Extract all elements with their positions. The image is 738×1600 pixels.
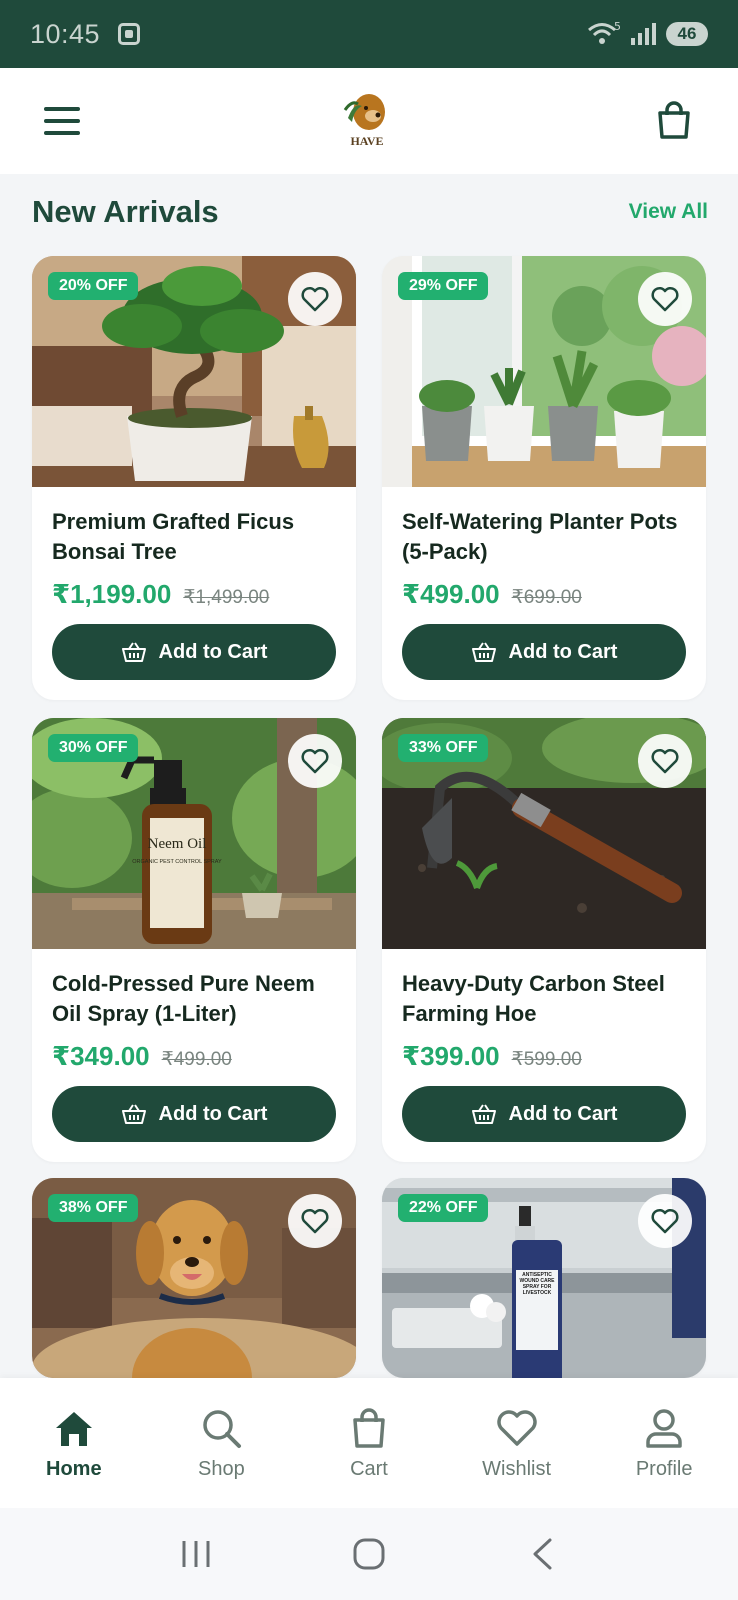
- product-image[interactable]: Neem Oil ORGANIC PEST CONTROL SPRAY 30% …: [32, 718, 356, 949]
- status-indicators: 5 46: [587, 21, 708, 47]
- add-to-cart-button[interactable]: Add to Cart: [402, 624, 686, 680]
- shopping-bag-icon[interactable]: [654, 101, 694, 141]
- home-icon: [55, 1412, 92, 1446]
- product-old-price: ₹599.00: [511, 1049, 582, 1070]
- bottle-sublabel: ORGANIC PEST CONTROL SPRAY: [132, 859, 222, 865]
- discount-badge: 20% OFF: [48, 272, 139, 300]
- product-card[interactable]: 20% OFF Premium Grafted Ficus Bonsai Tre…: [32, 256, 356, 700]
- wishlist-button[interactable]: [638, 1194, 692, 1248]
- basket-icon: [121, 1104, 146, 1124]
- discount-badge: 29% OFF: [398, 272, 489, 300]
- heart-icon: [301, 1208, 329, 1234]
- heart-icon: [496, 1410, 537, 1446]
- product-card[interactable]: Neem Oil ORGANIC PEST CONTROL SPRAY 30% …: [32, 718, 356, 1162]
- product-card[interactable]: 29% OFF Self-Watering Planter Pots (5-Pa…: [382, 256, 706, 700]
- basket-icon: [121, 642, 146, 662]
- system-navigation: [0, 1508, 738, 1600]
- product-title[interactable]: Heavy-Duty Carbon Steel Farming Hoe: [402, 969, 686, 1029]
- shopping-bag-icon: [353, 1408, 385, 1448]
- spray-label: ANTISEPTIC WOUND CARE SPRAY FOR LIVESTOC…: [519, 1272, 555, 1296]
- dog-logo-icon: [343, 94, 385, 130]
- product-title[interactable]: Premium Grafted Ficus Bonsai Tree: [52, 507, 336, 567]
- screenshot-icon: [118, 23, 141, 45]
- add-to-cart-button[interactable]: Add to Cart: [52, 624, 336, 680]
- bottle-label: Neem Oil: [148, 836, 207, 852]
- product-price: ₹1,199.00: [52, 579, 172, 609]
- heart-icon: [651, 286, 679, 312]
- product-title[interactable]: Self-Watering Planter Pots (5-Pack): [402, 507, 686, 567]
- product-price: ₹349.00: [52, 1041, 150, 1071]
- add-to-cart-button[interactable]: Add to Cart: [52, 1086, 336, 1142]
- wishlist-button[interactable]: [638, 734, 692, 788]
- wifi-icon: 5: [588, 21, 621, 44]
- nav-home[interactable]: Home: [14, 1406, 134, 1481]
- wishlist-button[interactable]: [288, 734, 342, 788]
- add-to-cart-label: Add to Cart: [158, 640, 268, 663]
- nav-home-label: Home: [46, 1458, 102, 1480]
- product-image[interactable]: 20% OFF: [32, 256, 356, 487]
- product-card[interactable]: 38% OFF: [32, 1178, 356, 1378]
- product-title[interactable]: Cold-Pressed Pure Neem Oil Spray (1-Lite…: [52, 969, 336, 1029]
- user-icon: [646, 1409, 682, 1448]
- nav-profile-label: Profile: [635, 1458, 693, 1480]
- wifi-sup: 5: [614, 21, 621, 33]
- section-title: New Arrivals: [32, 194, 219, 229]
- product-price: ₹399.00: [402, 1041, 500, 1071]
- back-icon: [533, 1538, 552, 1570]
- signal-icon: [631, 23, 656, 45]
- product-image[interactable]: ANTISEPTIC WOUND CARE SPRAY FOR LIVESTOC…: [382, 1178, 706, 1378]
- back-button[interactable]: [512, 1534, 572, 1574]
- brand-logo[interactable]: HAVE: [337, 88, 397, 154]
- status-bar: 10:45 5 46: [0, 0, 738, 68]
- add-to-cart-label: Add to Cart: [158, 1102, 268, 1125]
- bottom-navigation: Home Shop Cart Wishlist Profile: [0, 1378, 738, 1508]
- heart-icon: [651, 748, 679, 774]
- heart-icon: [301, 286, 329, 312]
- home-circle-icon: [353, 1538, 385, 1570]
- discount-badge: 33% OFF: [398, 734, 489, 762]
- discount-badge: 22% OFF: [398, 1194, 489, 1222]
- basket-icon: [471, 1104, 496, 1124]
- product-image[interactable]: 29% OFF: [382, 256, 706, 487]
- wishlist-button[interactable]: [288, 272, 342, 326]
- view-all-link[interactable]: View All: [629, 200, 708, 224]
- logo-text: HAVE: [350, 134, 384, 148]
- add-to-cart-label: Add to Cart: [508, 1102, 618, 1125]
- product-old-price: ₹499.00: [161, 1049, 232, 1070]
- battery-indicator: 46: [666, 22, 708, 46]
- discount-badge: 38% OFF: [48, 1194, 139, 1222]
- basket-icon: [471, 642, 496, 662]
- search-icon: [203, 1410, 242, 1448]
- nav-profile[interactable]: Profile: [604, 1406, 724, 1481]
- product-image[interactable]: 38% OFF: [32, 1178, 356, 1378]
- product-old-price: ₹699.00: [511, 587, 582, 608]
- heart-icon: [651, 1208, 679, 1234]
- nav-wishlist-label: Wishlist: [482, 1458, 552, 1480]
- nav-shop-label: Shop: [198, 1458, 245, 1480]
- nav-cart[interactable]: Cart: [309, 1406, 429, 1481]
- wishlist-button[interactable]: [288, 1194, 342, 1248]
- discount-badge: 30% OFF: [48, 734, 139, 762]
- product-card[interactable]: ANTISEPTIC WOUND CARE SPRAY FOR LIVESTOC…: [382, 1178, 706, 1378]
- recent-apps-button[interactable]: [166, 1534, 226, 1574]
- nav-cart-label: Cart: [350, 1458, 388, 1480]
- heart-icon: [301, 748, 329, 774]
- hamburger-icon[interactable]: [44, 107, 80, 135]
- nav-shop[interactable]: Shop: [161, 1406, 281, 1481]
- product-card[interactable]: 33% OFF Heavy-Duty Carbon Steel Farming …: [382, 718, 706, 1162]
- product-image[interactable]: 33% OFF: [382, 718, 706, 949]
- add-to-cart-button[interactable]: Add to Cart: [402, 1086, 686, 1142]
- status-time: 10:45: [30, 18, 101, 49]
- product-old-price: ₹1,499.00: [183, 587, 270, 608]
- recent-apps-icon: [182, 1541, 210, 1567]
- app-header: HAVE: [0, 68, 738, 174]
- wishlist-button[interactable]: [638, 272, 692, 326]
- nav-wishlist[interactable]: Wishlist: [457, 1406, 577, 1481]
- product-price: ₹499.00: [402, 579, 500, 609]
- home-button[interactable]: [339, 1534, 399, 1574]
- add-to-cart-label: Add to Cart: [508, 640, 618, 663]
